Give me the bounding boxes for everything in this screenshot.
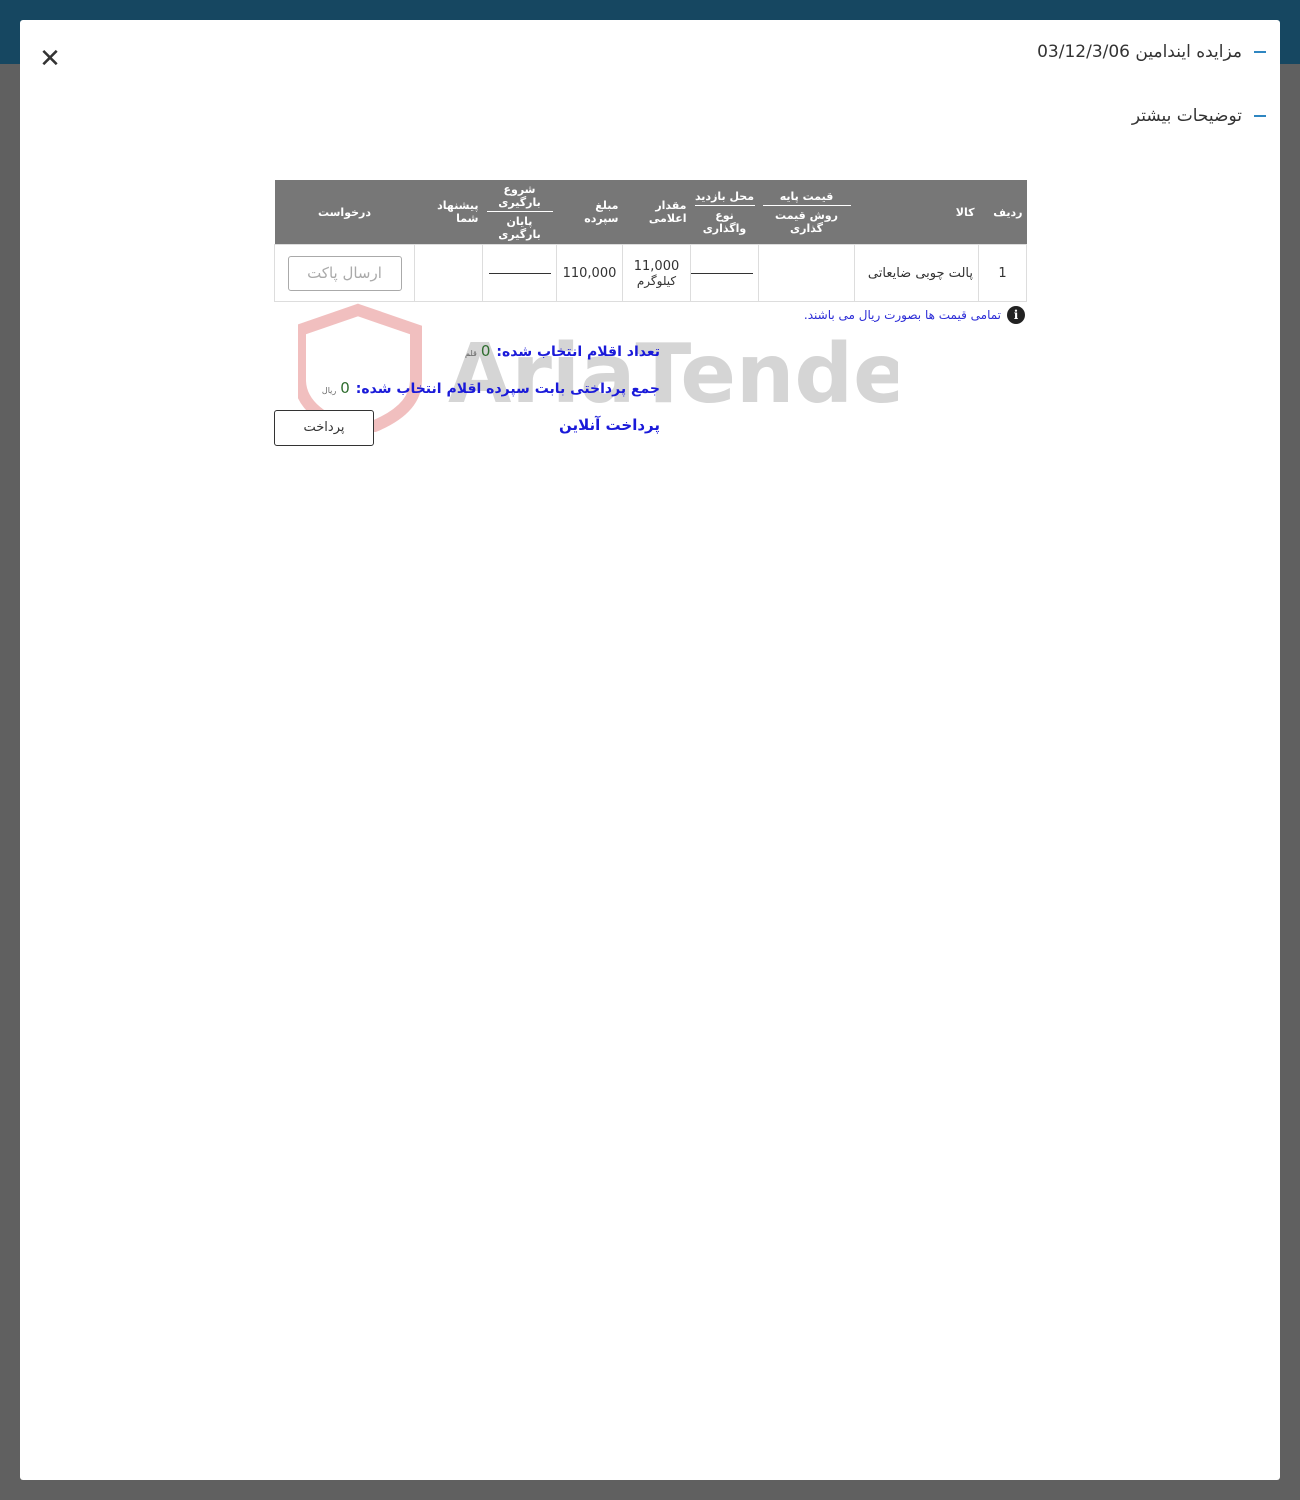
quantity-unit: کیلوگرم [636,273,677,288]
auction-title: مزایده ایندامین 03/12/3/06 [1037,42,1242,62]
pay-button[interactable]: پرداخت [274,410,374,446]
selected-count-value: 0 [480,342,491,360]
info-icon: i [1007,306,1025,324]
cell-your-offer [414,244,483,302]
selected-count-unit: قلم [465,349,477,358]
col-your-offer: پیشنهاد شما [414,180,483,245]
dash-icon [1254,51,1266,53]
more-details-label: توضیحات بیشتر [1131,106,1242,126]
empty-dash [691,272,753,274]
items-table: ردیف کالا قیمت پایه روش قیمت گذاری محل ب… [274,180,1027,302]
cell-loading [482,244,557,302]
col-visit-place: محل بازدید نوع واگذاری [690,180,759,245]
quantity-value: 11,000 [633,258,680,274]
deposit-total-row: جمع پرداختی بابت سپرده اقلام انتخاب شده:… [322,379,660,397]
modal-dialog: ✕ مزایده ایندامین 03/12/3/06 توضیحات بیش… [20,20,1280,1480]
cell-deposit: 110,000 [556,244,623,302]
col-quantity: مقدار اعلامی [622,180,691,245]
cell-item: پالت چوبی ضایعاتی [854,244,979,302]
col-item: کالا [854,180,979,245]
empty-dash [488,272,551,274]
col-request: درخواست [274,180,415,245]
cell-row: 1 [978,244,1027,302]
more-details-section[interactable]: توضیحات بیشتر [1132,106,1266,126]
deposit-total-unit: ریال [321,386,337,395]
modal-title: مزایده ایندامین 03/12/3/06 [1037,42,1266,62]
selected-count-row: تعداد اقلام انتخاب شده: 0 قلم [465,342,660,360]
col-row: ردیف [978,180,1027,245]
deposit-total-value: 0 [340,379,350,397]
col-deposit: مبلغ سپرده [556,180,623,245]
deposit-total-label: جمع پرداختی بابت سپرده اقلام انتخاب شده: [355,381,660,397]
col-base-price: قیمت پایه روش قیمت گذاری [758,180,855,245]
col-loading: شروع بارگیری پایان بارگیری [482,180,557,245]
cell-request: ارسال پاکت [274,244,415,302]
price-note-text: تمامی قیمت ها بصورت ریال می باشند. [803,308,1001,322]
cell-visit-place [690,244,759,302]
selected-count-label: تعداد اقلام انتخاب شده: [496,344,660,360]
table-header-row: ردیف کالا قیمت پایه روش قیمت گذاری محل ب… [274,180,1027,245]
online-payment-link[interactable]: پرداخت آنلاین [559,416,660,434]
dash-icon [1254,115,1266,117]
send-packet-button[interactable]: ارسال پاکت [287,255,402,291]
cell-quantity: 11,000 کیلوگرم [622,244,691,302]
cell-base-price [758,244,855,302]
close-icon[interactable]: ✕ [38,46,62,72]
table-row: 1 پالت چوبی ضایعاتی 11,000 کیلوگرم 110,0… [274,244,1027,302]
price-note: i تمامی قیمت ها بصورت ریال می باشند. [804,306,1025,324]
